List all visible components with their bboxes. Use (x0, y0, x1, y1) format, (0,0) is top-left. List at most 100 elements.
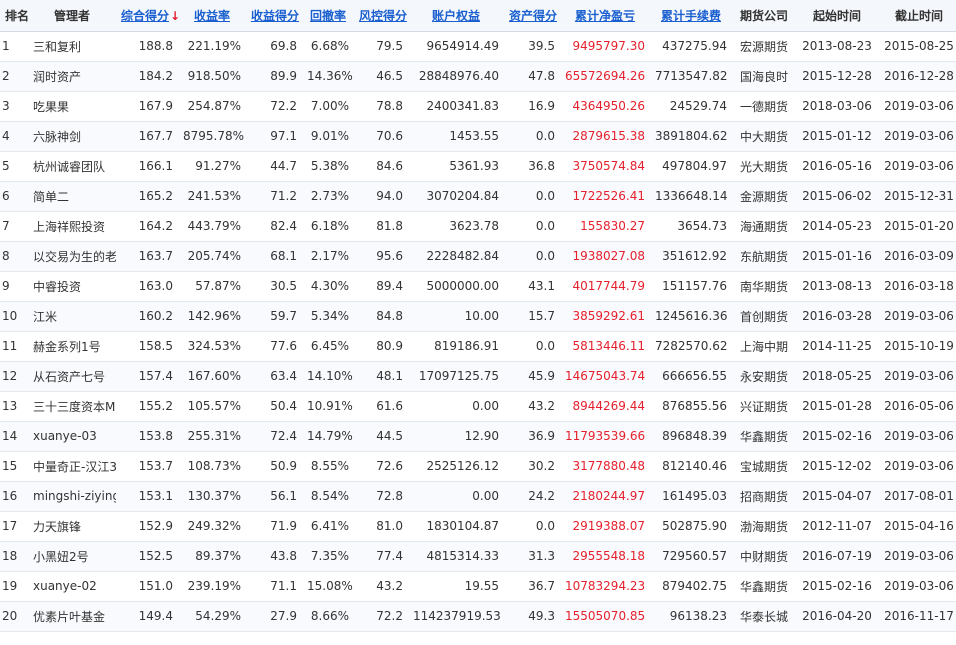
cell-drawdown: 8.66% (302, 601, 354, 632)
cell-equity: 2525126.12 (408, 451, 504, 482)
cell-start: 2014-11-25 (796, 331, 878, 362)
cell-asset_score: 0.0 (504, 511, 560, 542)
column-header-score[interactable]: 综合得分↓ (116, 0, 178, 32)
cell-net_profit: 4364950.26 (560, 91, 650, 122)
cell-return_score: 71.9 (246, 511, 302, 542)
cell-score: 167.7 (116, 121, 178, 152)
cell-drawdown: 6.45% (302, 331, 354, 362)
table-row[interactable]: 15 中量奇正-汉江3 153.7 108.73% 50.9 8.55% 72.6 25251… (0, 451, 956, 482)
cell-equity: 0.00 (408, 391, 504, 422)
cell-fees: 1336648.14 (650, 181, 732, 212)
cell-return_rate: 167.60% (178, 361, 246, 392)
cell-manager: 三十三度资本M (28, 391, 116, 422)
column-header-equity[interactable]: 账户权益 (408, 0, 504, 32)
cell-equity: 28848976.40 (408, 61, 504, 92)
cell-score: 149.4 (116, 601, 178, 632)
column-header-net_profit[interactable]: 累计净盈亏 (560, 0, 650, 32)
cell-return_score: 50.4 (246, 391, 302, 422)
cell-rank: 13 (0, 391, 28, 422)
cell-manager: 杭州诚睿团队 (28, 151, 116, 182)
cell-fees: 7713547.82 (650, 61, 732, 92)
cell-start: 2016-05-16 (796, 151, 878, 182)
cell-return_score: 68.1 (246, 241, 302, 272)
table-row[interactable]: 11 赫金系列1号 158.5 324.53% 77.6 6.45% 80.9 819186.… (0, 331, 956, 362)
cell-return_score: 30.5 (246, 271, 302, 302)
cell-risk_score: 44.5 (354, 421, 408, 452)
table-row[interactable]: 18 小黑妞2号 152.5 89.37% 43.8 7.35% 77.4 4815314.3… (0, 541, 956, 572)
cell-rank: 17 (0, 511, 28, 542)
table-row[interactable]: 2 润时资产 184.2 918.50% 89.9 14.36% 46.5 28848976.… (0, 61, 956, 92)
table-row[interactable]: 19 xuanye-02 151.0 239.19% 71.1 15.08% 43.2 19.… (0, 571, 956, 602)
column-header-risk_score[interactable]: 风控得分 (354, 0, 408, 32)
column-header-label: 起始时间 (812, 8, 861, 23)
cell-risk_score: 72.6 (354, 451, 408, 482)
cell-net_profit: 11793539.66 (560, 421, 650, 452)
cell-manager: 简单二 (28, 181, 116, 212)
column-header-asset_score[interactable]: 资产得分 (504, 0, 560, 32)
sort-descending-icon[interactable]: ↓ (170, 9, 178, 23)
table-row[interactable]: 9 中睿投资 163.0 57.87% 30.5 4.30% 89.4 5000000.00 4… (0, 271, 956, 302)
cell-fees: 7282570.62 (650, 331, 732, 362)
table-row[interactable]: 7 上海祥熙投资 164.2 443.79% 82.4 6.18% 81.8 3623.78 0… (0, 211, 956, 242)
table-row[interactable]: 6 简单二 165.2 241.53% 71.2 2.73% 94.0 3070204.84 0… (0, 181, 956, 212)
column-header-return_score[interactable]: 收益得分 (246, 0, 302, 32)
cell-return_rate: 91.27% (178, 151, 246, 182)
cell-fees: 24529.74 (650, 91, 732, 122)
cell-equity: 5361.93 (408, 151, 504, 182)
column-header-drawdown[interactable]: 回撤率 (302, 0, 354, 32)
cell-net_profit: 14675043.74 (560, 361, 650, 392)
cell-drawdown: 2.73% (302, 181, 354, 212)
cell-score: 163.0 (116, 271, 178, 302)
cell-risk_score: 80.9 (354, 331, 408, 362)
cell-start: 2012-11-07 (796, 511, 878, 542)
cell-end: 2019-03-06 (878, 451, 956, 482)
table-row[interactable]: 12 从石资产七号 157.4 167.60% 63.4 14.10% 48.1 170971… (0, 361, 956, 392)
column-header-start: 起始时间 (796, 0, 878, 32)
cell-futures_co: 南华期货 (732, 271, 796, 302)
cell-fees: 3654.73 (650, 211, 732, 242)
cell-net_profit: 8944269.44 (560, 391, 650, 422)
cell-score: 163.7 (116, 241, 178, 272)
column-header-fees[interactable]: 累计手续费 (650, 0, 732, 32)
column-header-return_rate[interactable]: 收益率 (178, 0, 246, 32)
column-header-rank: 排名 (0, 0, 28, 32)
table-row[interactable]: 8 以交易为生的老 163.7 205.74% 68.1 2.17% 95.6 2228482… (0, 241, 956, 272)
cell-end: 2019-03-06 (878, 421, 956, 452)
header-row: 排名 管理者 综合得分↓ 收益率 收益得分 回撤率 风控得分 账户权益 资产得分 累计净盈亏 累计手… (0, 0, 956, 32)
cell-risk_score: 81.0 (354, 511, 408, 542)
cell-return_rate: 221.19% (178, 31, 246, 62)
table-row[interactable]: 13 三十三度资本M 155.2 105.57% 50.4 10.91% 61.6 0.00 4… (0, 391, 956, 422)
cell-score: 152.9 (116, 511, 178, 542)
cell-net_profit: 10783294.23 (560, 571, 650, 602)
cell-futures_co: 华鑫期货 (732, 571, 796, 602)
table-row[interactable]: 14 xuanye-03 153.8 255.31% 72.4 14.79% 44.5 12.… (0, 421, 956, 452)
table-row[interactable]: 17 力天旗锋 152.9 249.32% 71.9 6.41% 81.0 1830104.8… (0, 511, 956, 542)
cell-equity: 4815314.33 (408, 541, 504, 572)
table-row[interactable]: 5 杭州诚睿团队 166.1 91.27% 44.7 5.38% 84.6 5361.93 36… (0, 151, 956, 182)
cell-end: 2016-12-28 (878, 61, 956, 92)
table-row[interactable]: 10 江米 160.2 142.96% 59.7 5.34% 84.8 10.00 15.7 38… (0, 301, 956, 332)
cell-risk_score: 81.8 (354, 211, 408, 242)
cell-manager: 三和复利 (28, 31, 116, 62)
table-row[interactable]: 1 三和复利 188.8 221.19% 69.8 6.68% 79.5 9654914.49… (0, 31, 956, 62)
cell-fees: 896848.39 (650, 421, 732, 452)
cell-futures_co: 海通期货 (732, 211, 796, 242)
table-header: 排名 管理者 综合得分↓ 收益率 收益得分 回撤率 风控得分 账户权益 资产得分 累计净盈亏 累计手… (0, 0, 956, 32)
cell-start: 2015-02-16 (796, 571, 878, 602)
cell-equity: 17097125.75 (408, 361, 504, 392)
cell-rank: 7 (0, 211, 28, 242)
cell-equity: 819186.91 (408, 331, 504, 362)
table-row[interactable]: 4 六脉神剑 167.7 8795.78% 97.1 9.01% 70.6 1453.55 0.… (0, 121, 956, 152)
cell-manager: 力天旗锋 (28, 511, 116, 542)
cell-asset_score: 30.2 (504, 451, 560, 482)
cell-risk_score: 95.6 (354, 241, 408, 272)
table-row[interactable]: 16 mingshi-ziying 153.1 130.37% 56.1 8.54% 72.… (0, 481, 956, 512)
cell-score: 155.2 (116, 391, 178, 422)
table-row[interactable]: 3 吃果果 167.9 254.87% 72.2 7.00% 78.8 2400341.83 1… (0, 91, 956, 122)
cell-manager: 中量奇正-汉江3 (28, 451, 116, 482)
cell-start: 2014-05-23 (796, 211, 878, 242)
cell-fees: 497804.97 (650, 151, 732, 182)
table-row[interactable]: 20 优素片叶基金 149.4 54.29% 27.9 8.66% 72.2 11423791… (0, 601, 956, 632)
cell-asset_score: 39.5 (504, 31, 560, 62)
cell-equity: 1453.55 (408, 121, 504, 152)
